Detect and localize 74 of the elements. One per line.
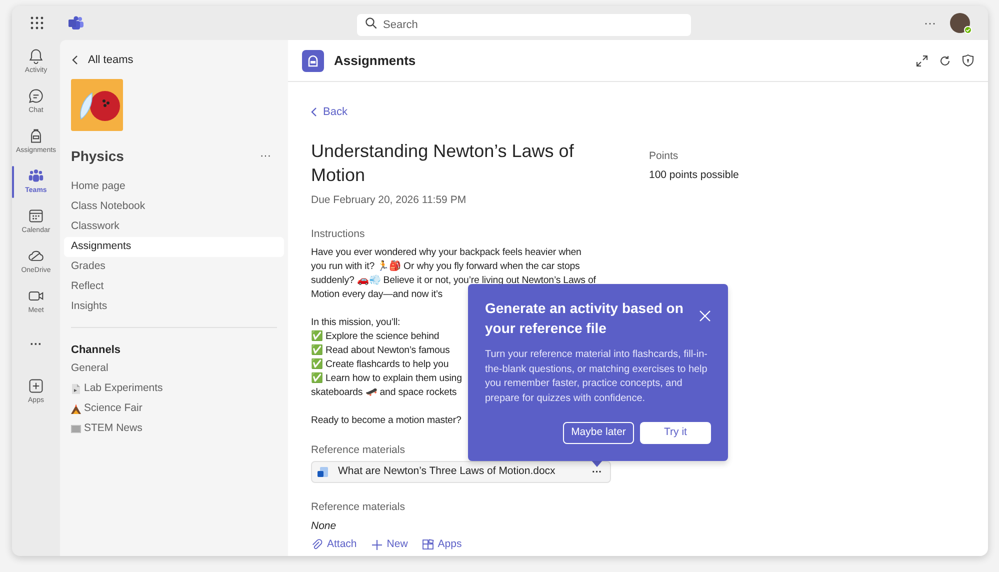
channel-item[interactable]: General: [71, 360, 108, 376]
nav-item[interactable]: Classwork: [64, 217, 284, 237]
file-more-button[interactable]: ···: [592, 464, 602, 480]
page-title: Assignments: [334, 52, 417, 70]
calendar-icon: [28, 208, 44, 224]
file-name: What are Newton’s Three Laws of Motion.docx: [338, 464, 556, 480]
shield-icon[interactable]: [962, 54, 974, 67]
search-icon: [365, 17, 377, 29]
action-link[interactable]: New: [386, 536, 408, 552]
all-teams-link[interactable]: All teams: [88, 52, 134, 68]
due-date: Due February 20, 2026 11:59 PM: [311, 193, 468, 208]
popup-description: Turn your reference material into flashcards, fill-in-the-blank questions, or matching exercises to help you remember faster, practice concepts, and prepare for quizzes with confidence.: [485, 348, 708, 406]
team-logo-drawing: [71, 79, 123, 131]
action-link[interactable]: Attach: [327, 536, 357, 552]
instruction-line: In this mission, you’ll:: [311, 316, 400, 330]
document-icon: [71, 384, 81, 394]
plus-icon: [370, 538, 383, 551]
channels-heading: Channels: [70, 343, 122, 358]
try-it-button[interactable]: Try it: [640, 422, 711, 444]
channel-item[interactable]: STEM News: [84, 420, 142, 436]
channel-item[interactable]: Lab Experiments: [84, 380, 163, 396]
volcano-icon: [71, 404, 81, 414]
nav-item[interactable]: Grades: [64, 257, 284, 277]
chevron-left-icon[interactable]: [311, 107, 317, 117]
maybe-later-button[interactable]: Maybe later: [563, 422, 634, 444]
instruction-line: skateboards 🛹 and space rockets: [311, 386, 457, 400]
instructions-label: Instructions: [311, 226, 366, 242]
available-status-icon: [964, 26, 972, 34]
nav-item[interactable]: Home page: [64, 177, 284, 197]
user-avatar[interactable]: [950, 13, 970, 33]
action-link[interactable]: Apps: [438, 536, 462, 552]
teams-logo-icon: [68, 16, 84, 30]
newspaper-icon: [71, 424, 81, 434]
expand-icon[interactable]: [916, 54, 928, 66]
nav-item[interactable]: Insights: [64, 297, 284, 317]
close-icon[interactable]: [699, 310, 711, 322]
instruction-line: you run with it? 🏃🎒 Or why you fly forward when the car stops: [311, 260, 580, 274]
popup-title: Generate an activity based on your reference file: [485, 299, 684, 338]
more-apps-button[interactable]: ···: [30, 324, 42, 364]
nav-item[interactable]: Assignments: [64, 237, 284, 257]
points-value: 100 points possible: [649, 168, 739, 183]
nav-item[interactable]: Reflect: [64, 277, 284, 297]
bell-icon: [28, 48, 44, 64]
refresh-icon[interactable]: [939, 54, 951, 66]
team-name: Physics: [71, 147, 124, 166]
plus-square-icon: [28, 378, 44, 394]
word-document-icon: [317, 466, 329, 478]
reference-materials-label: Reference materials: [311, 500, 406, 516]
apps-grid-icon: [422, 538, 434, 551]
instruction-line: ✅ Create flashcards to help you: [311, 358, 449, 372]
points-label: Points: [649, 149, 680, 164]
chat-icon: [28, 88, 44, 104]
nav-item[interactable]: Class Notebook: [64, 197, 284, 217]
back-link[interactable]: Back: [323, 104, 348, 120]
more-options-button[interactable]: ···: [924, 14, 936, 32]
instruction-line: ✅ Read about Newton’s famous: [311, 344, 450, 358]
instruction-line: ✅ Learn how to explain them using: [311, 372, 462, 386]
assignment-title: Understanding Newton’s Laws of Motion: [311, 140, 575, 187]
backpack-icon: [28, 128, 44, 144]
assignments-app-icon: [302, 50, 324, 72]
instruction-line: Have you ever wondered why your backpack feels heavier when: [311, 246, 582, 260]
instruction-line: Ready to become a motion master?: [311, 414, 462, 428]
instruction-line: Motion every day—and now it’s: [311, 288, 443, 302]
chevron-left-icon[interactable]: [72, 55, 78, 65]
channel-item[interactable]: Science Fair: [84, 400, 142, 416]
reference-materials-value: None: [311, 519, 338, 534]
reference-file-card[interactable]: What are Newton’s Three Laws of Motion.docx ···: [311, 461, 611, 484]
search-field[interactable]: Search: [357, 14, 691, 36]
app-launcher-icon[interactable]: [30, 16, 44, 30]
paperclip-icon: [311, 538, 323, 551]
instruction-line: ✅ Explore the science behind: [311, 330, 440, 344]
people-icon: [28, 168, 44, 184]
reference-materials-label: Reference materials: [311, 442, 406, 458]
team-more-button[interactable]: ···: [260, 148, 271, 165]
